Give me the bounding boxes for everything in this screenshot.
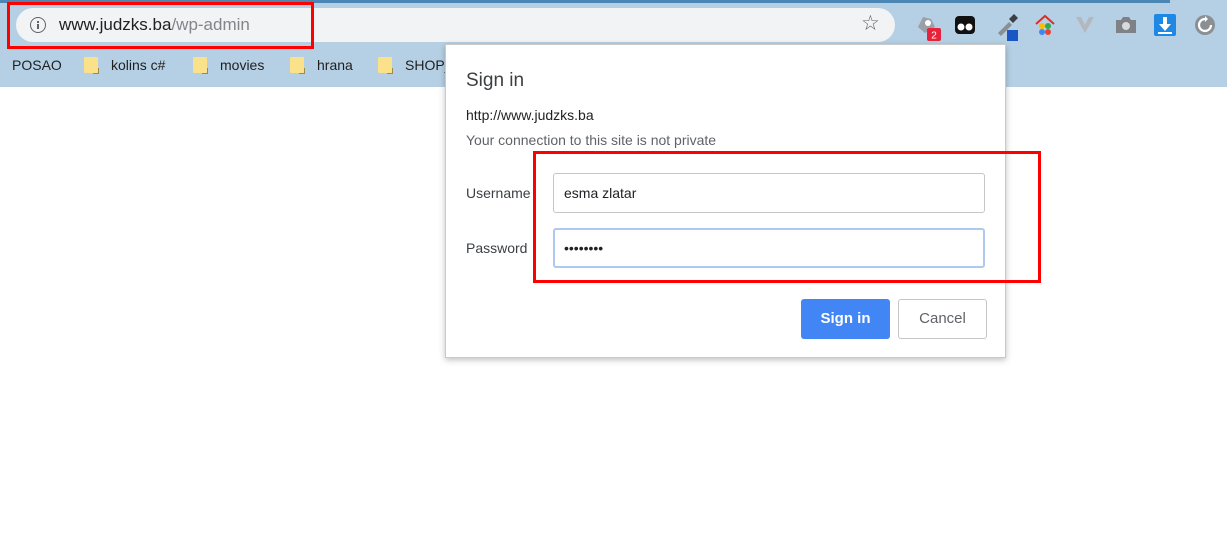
password-label: Password bbox=[466, 240, 528, 256]
dialog-url: http://www.judzks.ba bbox=[466, 107, 594, 123]
credentials-highlight-box bbox=[533, 151, 1041, 283]
folder-icon bbox=[290, 57, 304, 73]
bookmark-star-icon[interactable]: ☆ bbox=[861, 12, 880, 36]
username-label: Username bbox=[466, 185, 531, 201]
url-highlight-box bbox=[7, 2, 314, 49]
sign-in-button[interactable]: Sign in bbox=[801, 299, 890, 339]
extension-badge: 2 bbox=[931, 31, 937, 42]
color-picker-icon[interactable] bbox=[994, 13, 1018, 41]
folder-icon bbox=[84, 57, 98, 73]
bookmark-posao[interactable]: POSAO bbox=[12, 55, 62, 75]
folder-icon bbox=[193, 57, 207, 73]
folder-icon bbox=[378, 57, 392, 73]
bookmark-label: hrana bbox=[317, 57, 353, 73]
home-colors-icon[interactable] bbox=[1033, 13, 1057, 37]
connection-warning: Your connection to this site is not priv… bbox=[466, 132, 717, 148]
refresh-icon[interactable] bbox=[1193, 13, 1217, 37]
tampermonkey-icon[interactable] bbox=[953, 13, 977, 37]
page: www.judzks.ba/wp-admin ☆ 2 POSAO kolins … bbox=[0, 0, 1227, 552]
dialog-title: Sign in bbox=[466, 70, 525, 91]
camera-icon[interactable] bbox=[1114, 13, 1138, 37]
download-icon[interactable] bbox=[1153, 13, 1177, 37]
cancel-button[interactable]: Cancel bbox=[898, 299, 987, 339]
v-extension-icon[interactable] bbox=[1073, 13, 1097, 37]
bookmark-label: POSAO bbox=[12, 57, 62, 73]
bookmark-label: kolins c# bbox=[111, 57, 166, 73]
vpn-extension-icon[interactable]: 2 bbox=[915, 13, 941, 41]
bookmark-label: movies bbox=[220, 57, 265, 73]
